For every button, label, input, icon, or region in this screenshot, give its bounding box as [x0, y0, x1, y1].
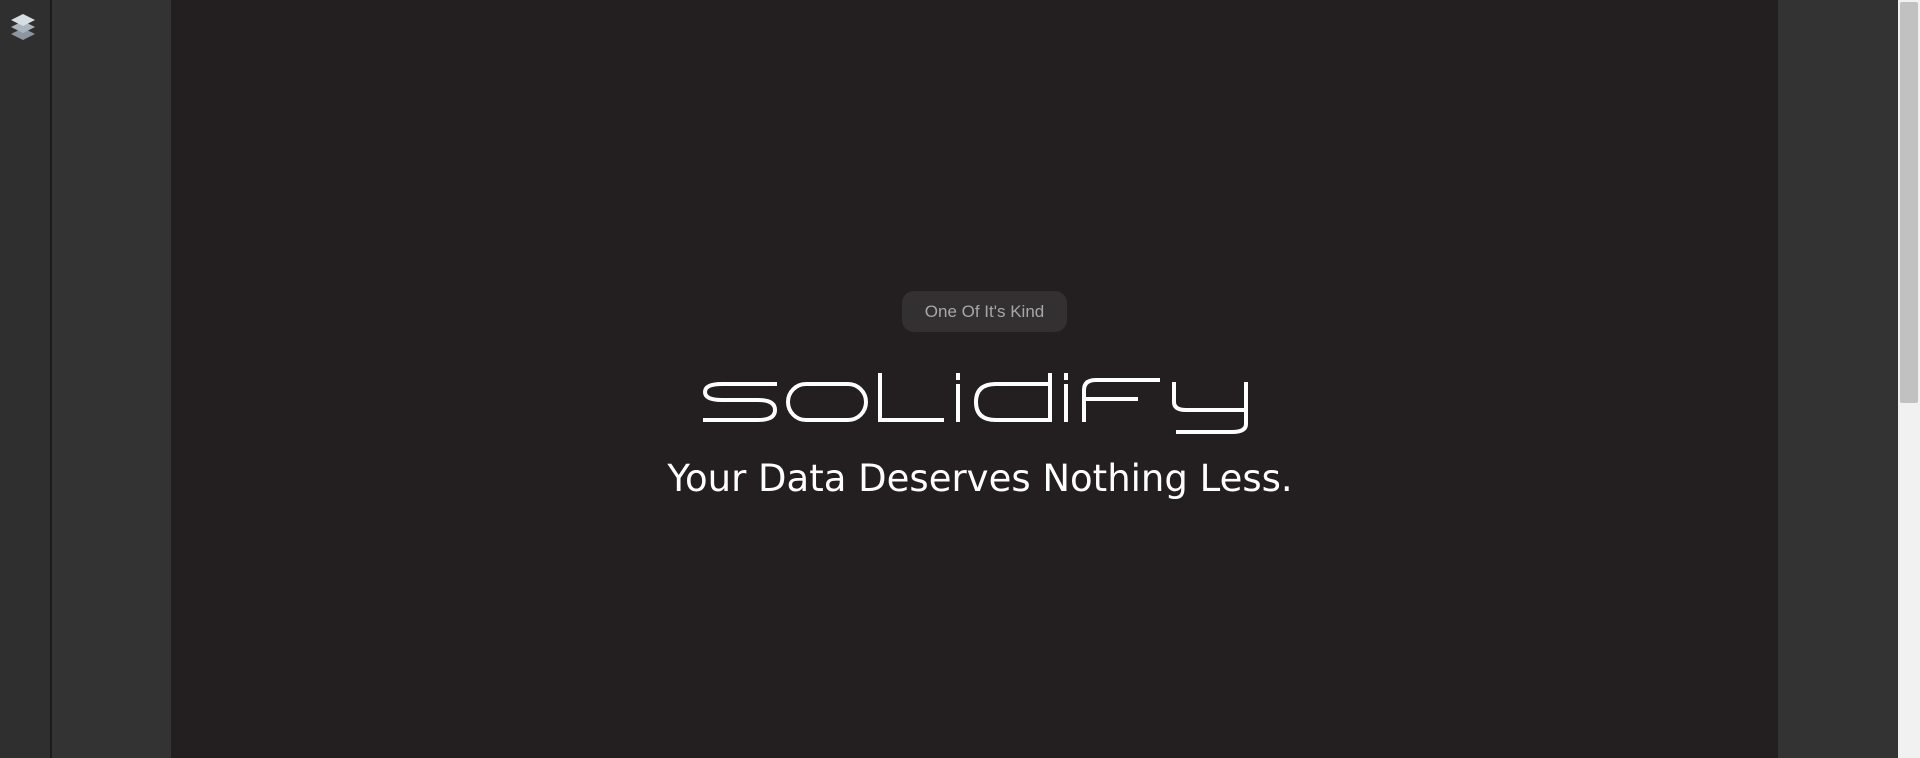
workspace-right-gutter [1778, 0, 1898, 758]
layers-icon[interactable] [9, 12, 37, 42]
tag-badge: One Of It's Kind [902, 291, 1067, 332]
app-window: One Of It's Kind solidify Your Data [0, 0, 1920, 758]
hero-tagline: Your Data Deserves Nothing Less. [667, 457, 1293, 500]
scrollbar-thumb[interactable] [1900, 2, 1918, 403]
workspace-left-gutter [52, 0, 171, 758]
vertical-scrollbar[interactable] [1898, 0, 1920, 758]
left-toolbar [0, 0, 52, 758]
solidify-logo: solidify [700, 372, 1252, 438]
